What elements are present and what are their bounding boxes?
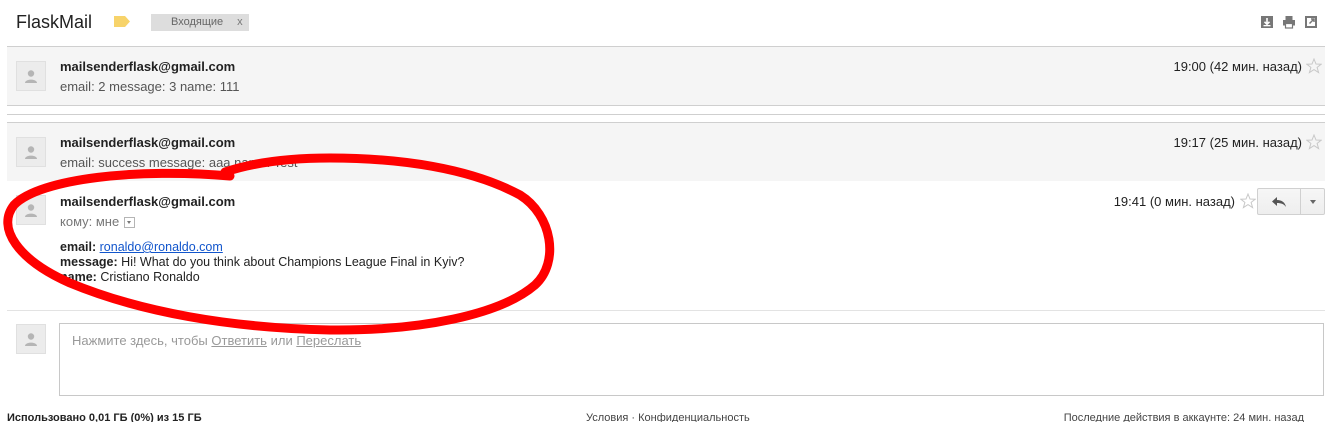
body-value: Hi! What do you think about Champions Le… xyxy=(121,255,465,269)
sender-avatar xyxy=(16,195,46,225)
thread-tools xyxy=(1260,15,1318,29)
thread-header: FlaskMail Входящие x xyxy=(0,0,1332,46)
body-line-name: name: Cristiano Ronaldo xyxy=(60,270,464,285)
chevron-down-icon xyxy=(1309,199,1316,204)
reply-arrow-icon xyxy=(1272,196,1286,207)
reply-hint-prefix: Нажмите здесь, чтобы xyxy=(72,333,208,348)
footer-links[interactable]: Условия · Конфиденциальность xyxy=(586,412,750,422)
person-icon xyxy=(25,70,37,83)
sender-avatar xyxy=(16,61,46,91)
body-line-message: message: Hi! What do you think about Cha… xyxy=(60,255,464,270)
star-icon[interactable] xyxy=(1240,193,1256,209)
message-snippet: email: 2 message: 3 name: 111 xyxy=(60,79,240,94)
footer: Использовано 0,01 ГБ (0%) из 15 ГБ Услов… xyxy=(0,412,1332,422)
star-icon[interactable] xyxy=(1306,58,1322,74)
my-avatar xyxy=(16,324,46,354)
sender-name[interactable]: mailsenderflask@gmail.com xyxy=(60,194,235,209)
recipient-text: кому: мне xyxy=(60,214,120,229)
body-label: email: xyxy=(60,240,97,254)
email-link[interactable]: ronaldo@ronaldo.com xyxy=(100,240,223,254)
reply-link[interactable]: Ответить xyxy=(211,333,267,348)
recipient-line: кому: мне xyxy=(60,214,136,229)
storage-usage[interactable]: Использовано 0,01 ГБ (0%) из 15 ГБ xyxy=(7,412,202,422)
person-icon xyxy=(25,204,37,217)
message-time: 19:17 (25 мин. назад) xyxy=(1173,135,1302,150)
label-remove-icon[interactable]: x xyxy=(237,14,243,31)
reply-hint: Нажмите здесь, чтобы Ответить или Пересл… xyxy=(72,333,361,348)
person-icon xyxy=(25,333,37,346)
reply-button[interactable] xyxy=(1257,188,1301,215)
message-collapsed[interactable]: mailsenderflask@gmail.com email: 2 messa… xyxy=(7,46,1325,106)
download-icon[interactable] xyxy=(1260,15,1274,29)
thread-subject: FlaskMail xyxy=(16,12,93,32)
sender-avatar xyxy=(16,137,46,167)
reply-hint-or: или xyxy=(270,333,293,348)
message-time: 19:41 (0 мин. назад) xyxy=(1113,194,1235,209)
label-chip-text: Входящие xyxy=(171,16,224,28)
reply-box[interactable]: Нажмите здесь, чтобы Ответить или Пересл… xyxy=(59,323,1324,396)
forward-link[interactable]: Переслать xyxy=(296,333,361,348)
label-chip-inbox[interactable]: Входящие x xyxy=(151,14,249,31)
body-label: name: xyxy=(60,270,97,284)
message-expanded: mailsenderflask@gmail.com кому: мне emai… xyxy=(7,181,1325,311)
person-icon xyxy=(25,146,37,159)
body-line-email: email: ronaldo@ronaldo.com xyxy=(60,240,464,255)
account-activity[interactable]: Последние действия в аккаунте: 24 мин. н… xyxy=(1064,412,1304,422)
message-snippet: email: success message: aaa name: Test xyxy=(60,155,298,170)
print-icon[interactable] xyxy=(1282,15,1296,29)
body-label: message: xyxy=(60,255,118,269)
sender-name: mailsenderflask@gmail.com xyxy=(60,135,236,150)
recipient-details-dropdown[interactable] xyxy=(124,217,136,228)
thread-stack-divider xyxy=(7,114,1325,115)
body-value: Cristiano Ronaldo xyxy=(100,270,200,284)
sender-name: mailsenderflask@gmail.com xyxy=(60,59,236,74)
message-body: email: ronaldo@ronaldo.com message: Hi! … xyxy=(60,240,464,285)
more-actions-button[interactable] xyxy=(1301,188,1325,215)
star-icon[interactable] xyxy=(1306,134,1322,150)
message-collapsed[interactable]: mailsenderflask@gmail.com email: success… xyxy=(7,122,1325,182)
new-window-icon[interactable] xyxy=(1304,15,1318,29)
label-tag-icon[interactable] xyxy=(114,16,130,27)
message-time: 19:00 (42 мин. назад) xyxy=(1173,59,1302,74)
reply-button-group xyxy=(1257,188,1325,215)
